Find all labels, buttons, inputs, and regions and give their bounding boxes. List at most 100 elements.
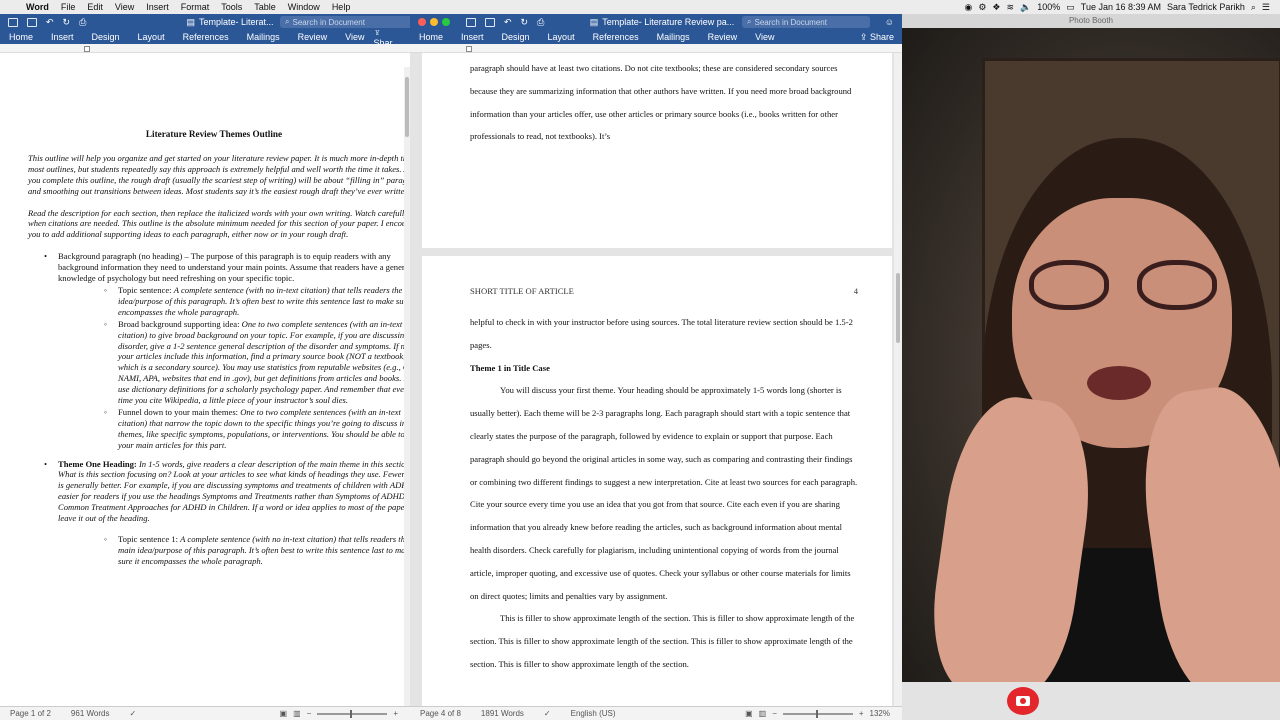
page-number: 4 xyxy=(853,286,858,296)
document-area[interactable]: Literature Review Themes Outline This ou… xyxy=(0,67,410,706)
redo-icon[interactable]: ↻ xyxy=(63,17,71,28)
list-item-label: Theme One Heading: xyxy=(58,458,139,469)
page-count[interactable]: Page 1 of 2 xyxy=(10,709,51,718)
take-photo-button[interactable] xyxy=(1007,687,1039,715)
zoom-slider[interactable] xyxy=(782,709,853,718)
photo-booth-title: Photo Booth xyxy=(902,14,1280,28)
print-icon[interactable]: ⎙ xyxy=(79,17,86,28)
search-placeholder: Search in Document xyxy=(292,17,365,27)
tab-design[interactable]: Design xyxy=(83,32,129,42)
status-bar: Page 1 of 2 961 Words ✓ ▣ ▥ − + xyxy=(0,706,410,720)
proofing-icon[interactable]: ✓ xyxy=(544,709,551,718)
tab-insert[interactable]: Insert xyxy=(42,32,83,42)
tab-insert[interactable]: Insert xyxy=(452,32,493,42)
redo-icon[interactable]: ↻ xyxy=(521,17,529,28)
share-label: Share xyxy=(869,31,894,42)
document-area[interactable]: paragraph should have at least two citat… xyxy=(410,53,902,706)
tab-references[interactable]: References xyxy=(174,32,238,42)
tab-design[interactable]: Design xyxy=(493,32,539,42)
zoom-slider[interactable] xyxy=(317,709,388,718)
tab-mailings[interactable]: Mailings xyxy=(648,32,699,42)
web-layout-icon[interactable]: ▥ xyxy=(293,709,301,718)
menu-view[interactable]: View xyxy=(109,2,140,12)
indent-marker[interactable] xyxy=(84,46,90,52)
tab-review[interactable]: Review xyxy=(699,32,747,42)
menu-help[interactable]: Help xyxy=(326,2,357,12)
outline-list: Background paragraph (no heading) – The … xyxy=(28,251,410,566)
status-bar: Page 4 of 8 1891 Words ✓ English (US) ▣ … xyxy=(410,706,902,720)
undo-icon[interactable]: ↶ xyxy=(46,17,54,28)
search-icon: ⌕ xyxy=(285,17,290,26)
close-window-icon[interactable] xyxy=(418,18,426,26)
dropbox-icon[interactable]: ❖ xyxy=(992,2,1000,13)
document-page[interactable]: SHORT TITLE OF ARTICLE 4 helpful to chec… xyxy=(422,256,892,706)
proofing-icon[interactable]: ✓ xyxy=(129,709,136,718)
menu-tools[interactable]: Tools xyxy=(215,2,248,12)
scrollbar-thumb[interactable] xyxy=(896,273,900,343)
sidebar-toggle-icon[interactable] xyxy=(8,17,18,27)
zoom-out-icon[interactable]: − xyxy=(307,709,312,718)
menu-format[interactable]: Format xyxy=(175,2,216,12)
menu-app-word[interactable]: Word xyxy=(20,2,55,12)
indent-marker[interactable] xyxy=(466,46,472,52)
menu-table[interactable]: Table xyxy=(248,2,282,12)
search-input[interactable]: ⌕ Search in Document xyxy=(280,16,410,28)
menu-insert[interactable]: Insert xyxy=(140,2,175,12)
web-layout-icon[interactable]: ▥ xyxy=(759,709,767,718)
page-count[interactable]: Page 4 of 8 xyxy=(420,709,461,718)
zoom-out-icon[interactable]: − xyxy=(772,709,777,718)
window-title: Template- Literature Review pa... xyxy=(602,17,735,27)
search-input[interactable]: ⌕ Search in Document xyxy=(742,16,870,28)
spotlight-search-icon[interactable]: ⌕ xyxy=(1251,2,1256,13)
word-count[interactable]: 1891 Words xyxy=(481,709,524,718)
record-icon[interactable]: ◉ xyxy=(964,2,972,13)
tab-home[interactable]: Home xyxy=(410,32,452,42)
menu-edit[interactable]: Edit xyxy=(81,2,109,12)
undo-icon[interactable]: ↶ xyxy=(504,17,512,28)
notification-center-icon[interactable]: ☰ xyxy=(1262,2,1270,13)
person-glasses xyxy=(1029,260,1219,312)
person-mouth xyxy=(1087,366,1151,400)
document-icon: ▤ xyxy=(186,16,195,27)
zoom-window-icon[interactable] xyxy=(442,18,450,26)
tab-layout[interactable]: Layout xyxy=(129,32,174,42)
scrollbar-thumb[interactable] xyxy=(405,77,409,137)
document-page[interactable]: Literature Review Themes Outline This ou… xyxy=(28,67,410,573)
tab-view[interactable]: View xyxy=(336,32,373,42)
zoom-in-icon[interactable]: + xyxy=(393,709,398,718)
minimize-window-icon[interactable] xyxy=(430,18,438,26)
search-placeholder: Search in Document xyxy=(754,17,827,27)
print-layout-icon[interactable]: ▣ xyxy=(280,709,288,718)
tab-home[interactable]: Home xyxy=(0,32,42,42)
tab-view[interactable]: View xyxy=(746,32,783,42)
save-icon[interactable] xyxy=(27,17,37,27)
sidebar-toggle-icon[interactable] xyxy=(466,17,476,27)
tab-mailings[interactable]: Mailings xyxy=(238,32,289,42)
ruler[interactable] xyxy=(0,44,410,53)
zoom-level[interactable]: 132% xyxy=(870,709,890,718)
ruler[interactable] xyxy=(410,44,902,53)
word-count[interactable]: 961 Words xyxy=(71,709,110,718)
menu-window[interactable]: Window xyxy=(282,2,326,12)
save-icon[interactable] xyxy=(485,17,495,27)
page-header[interactable]: SHORT TITLE OF ARTICLE 4 xyxy=(470,286,858,296)
battery-icon[interactable]: ▭ xyxy=(1066,2,1075,13)
print-icon[interactable]: ⎙ xyxy=(537,17,544,28)
vertical-scrollbar[interactable] xyxy=(894,53,902,706)
settings-icon[interactable]: ⚙ xyxy=(978,2,986,13)
wifi-icon[interactable]: ≋ xyxy=(1006,2,1014,13)
share-button[interactable]: ⇪ Share xyxy=(860,32,902,43)
user-name[interactable]: Sara Tedrick Parikh xyxy=(1167,2,1245,12)
document-page[interactable]: paragraph should have at least two citat… xyxy=(422,53,892,248)
clock[interactable]: Tue Jan 16 8:39 AM xyxy=(1081,2,1161,12)
language[interactable]: English (US) xyxy=(571,709,616,718)
smiley-feedback-icon[interactable]: ☺ xyxy=(885,17,894,27)
menu-file[interactable]: File xyxy=(55,2,82,12)
tab-references[interactable]: References xyxy=(584,32,648,42)
print-layout-icon[interactable]: ▣ xyxy=(745,709,753,718)
volume-icon[interactable]: 🔈 xyxy=(1020,2,1031,13)
camera-preview xyxy=(902,28,1280,696)
tab-review[interactable]: Review xyxy=(289,32,337,42)
tab-layout[interactable]: Layout xyxy=(539,32,584,42)
zoom-in-icon[interactable]: + xyxy=(859,709,864,718)
